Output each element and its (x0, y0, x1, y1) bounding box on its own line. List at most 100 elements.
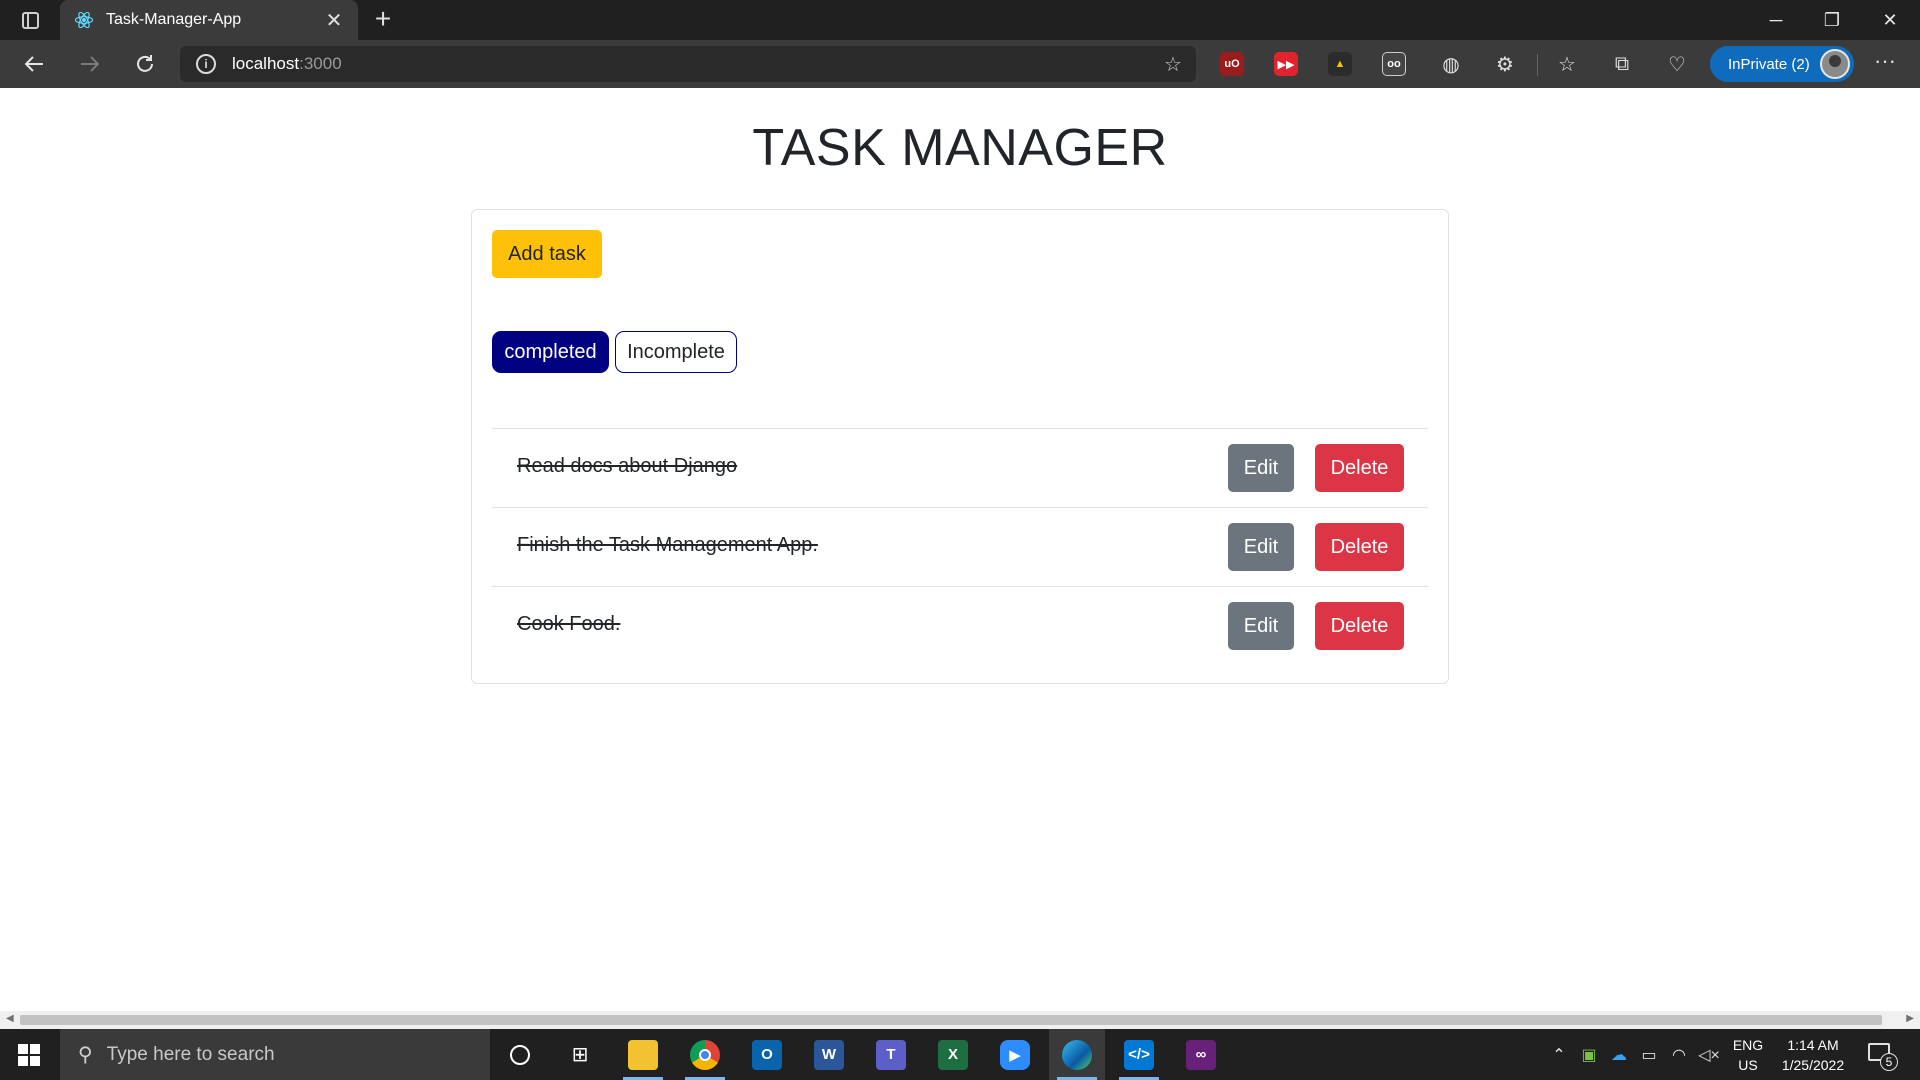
task-card: Add task completed Incomplete Read docs … (471, 209, 1449, 684)
clock-date: 1/25/2022 (1781, 1057, 1845, 1073)
outlook-button[interactable]: O (739, 1029, 795, 1080)
filter-completed-button[interactable]: completed (492, 331, 609, 373)
volume-muted-icon[interactable]: ◁× (1694, 1029, 1724, 1080)
new-tab-button[interactable]: + (368, 5, 398, 35)
visual-studio-button[interactable]: ∞ (1173, 1029, 1229, 1080)
browser-toolbar: i localhost :3000 ☆ uO ▶▶ ▲ oo ◍ ⚙ ☆ ⧉ ♡… (0, 40, 1920, 88)
excel-icon: X (938, 1039, 968, 1070)
ublock-extension-icon[interactable]: uO (1220, 52, 1244, 76)
back-arrow-icon (24, 56, 43, 72)
delete-task-button[interactable]: Delete (1315, 444, 1404, 492)
language-indicator[interactable]: ENG US (1728, 1035, 1768, 1075)
collections-icon[interactable]: ⧉ (1607, 50, 1637, 78)
reader-extension-icon[interactable]: oo (1382, 52, 1406, 76)
tab-close-icon[interactable]: ✕ (324, 8, 344, 33)
task-view-icon: ⊞ (571, 1044, 589, 1066)
scrollbar-thumb[interactable] (20, 1015, 1882, 1025)
search-placeholder: Type here to search (106, 1043, 275, 1065)
clock[interactable]: 1:14 AM 1/25/2022 (1770, 1035, 1856, 1075)
refresh-button[interactable] (127, 48, 163, 80)
forward-button[interactable] (72, 48, 108, 80)
task-list: Read docs about Django Edit Delete Finis… (492, 428, 1428, 665)
task-text: Read docs about Django (517, 455, 738, 477)
edge-icon (1062, 1039, 1092, 1070)
task-row: Read docs about Django Edit Delete (492, 428, 1428, 507)
task-row: Cook Food. Edit Delete (492, 586, 1428, 665)
restore-button[interactable]: ❐ (1804, 0, 1860, 40)
inprivate-label: InPrivate (2) (1728, 55, 1810, 73)
outlook-icon: O (752, 1039, 782, 1070)
clock-time: 1:14 AM (1787, 1037, 1839, 1053)
word-icon: W (814, 1039, 844, 1070)
react-favicon-icon (74, 11, 94, 29)
zoom-button[interactable]: ▶ (987, 1029, 1043, 1080)
delete-task-button[interactable]: Delete (1315, 523, 1404, 571)
nvidia-tray-icon[interactable]: ▣ (1574, 1029, 1604, 1080)
language-code: ENG (1732, 1037, 1764, 1053)
forward-arrow-icon (81, 56, 100, 72)
excel-button[interactable]: X (925, 1029, 981, 1080)
site-info-icon[interactable]: i (196, 54, 216, 74)
profile-avatar (1820, 49, 1850, 79)
region-code: US (1738, 1057, 1758, 1073)
edge-button[interactable] (1049, 1029, 1105, 1080)
url-host: localhost (232, 54, 300, 73)
vscode-button[interactable]: </> (1111, 1029, 1167, 1080)
edit-task-button[interactable]: Edit (1228, 602, 1294, 650)
edit-task-button[interactable]: Edit (1228, 444, 1294, 492)
add-favorite-icon[interactable]: ☆ (1160, 52, 1186, 76)
favorites-icon[interactable]: ☆ (1552, 50, 1582, 78)
add-task-button[interactable]: Add task (492, 230, 602, 278)
vscode-icon: </> (1124, 1039, 1154, 1070)
back-button[interactable] (16, 48, 52, 80)
globe-extension-icon[interactable]: ◍ (1436, 50, 1466, 78)
scroll-right-icon[interactable]: ▶ (1906, 1013, 1914, 1024)
close-window-button[interactable]: ✕ (1862, 0, 1918, 40)
word-button[interactable]: W (801, 1029, 857, 1080)
tab-actions-button[interactable] (12, 8, 48, 32)
onedrive-icon[interactable]: ☁ (1604, 1029, 1634, 1080)
start-button[interactable] (0, 1029, 58, 1080)
minimize-button[interactable]: ─ (1748, 0, 1804, 40)
browser-essentials-icon[interactable]: ♡ (1662, 50, 1692, 78)
teams-icon: T (876, 1039, 906, 1070)
zoom-icon: ▶ (1000, 1039, 1030, 1070)
video-extension-icon[interactable]: ▶▶ (1274, 52, 1298, 76)
horizontal-scrollbar[interactable]: ◀ ▶ (0, 1011, 1920, 1029)
browser-tab-active[interactable]: Task-Manager-App ✕ (60, 0, 358, 40)
notification-center-button[interactable]: 5 (1868, 1041, 1898, 1071)
settings-more-icon[interactable]: ··· (1868, 50, 1902, 78)
scroll-left-icon[interactable]: ◀ (6, 1013, 14, 1024)
file-explorer-button[interactable] (615, 1029, 671, 1080)
url-port: :3000 (299, 54, 342, 73)
extensions-puzzle-icon[interactable]: ⚙ (1490, 50, 1520, 78)
windows-logo-icon (18, 1043, 40, 1066)
page-title: TASK MANAGER (752, 119, 1168, 177)
visual-studio-icon: ∞ (1186, 1039, 1216, 1070)
chrome-button[interactable] (677, 1029, 733, 1080)
search-icon: ⚲ (78, 1044, 93, 1066)
file-explorer-icon (628, 1039, 658, 1070)
browser-tab-strip: Task-Manager-App ✕ + ─ ❐ ✕ (0, 0, 1920, 40)
filter-incomplete-button[interactable]: Incomplete (615, 331, 737, 373)
drive-extension-icon[interactable]: ▲ (1328, 52, 1352, 76)
task-text: Finish the Task Management App. (517, 534, 818, 556)
toolbar-separator (1537, 54, 1538, 76)
edit-task-button[interactable]: Edit (1228, 523, 1294, 571)
windows-taskbar: ⚲ Type here to search ⊞ O W T X ▶ </> ∞ … (0, 1029, 1920, 1080)
teams-button[interactable]: T (863, 1029, 919, 1080)
battery-icon[interactable]: ▭ (1634, 1029, 1664, 1080)
wifi-icon[interactable]: ◠ (1664, 1029, 1694, 1080)
cortana-button[interactable] (492, 1029, 548, 1080)
address-bar[interactable]: i localhost :3000 ☆ (180, 46, 1196, 82)
refresh-icon (137, 55, 153, 72)
task-view-button[interactable]: ⊞ (552, 1029, 608, 1080)
delete-task-button[interactable]: Delete (1315, 602, 1404, 650)
notification-count: 5 (1880, 1053, 1898, 1071)
show-hidden-icons-icon[interactable]: ⌃ (1544, 1029, 1574, 1080)
tab-actions-icon (21, 11, 39, 29)
taskbar-search-box[interactable]: ⚲ Type here to search (60, 1029, 490, 1080)
task-row: Finish the Task Management App. Edit Del… (492, 507, 1428, 586)
inprivate-button[interactable]: InPrivate (2) (1710, 46, 1854, 82)
cortana-icon (510, 1044, 530, 1065)
